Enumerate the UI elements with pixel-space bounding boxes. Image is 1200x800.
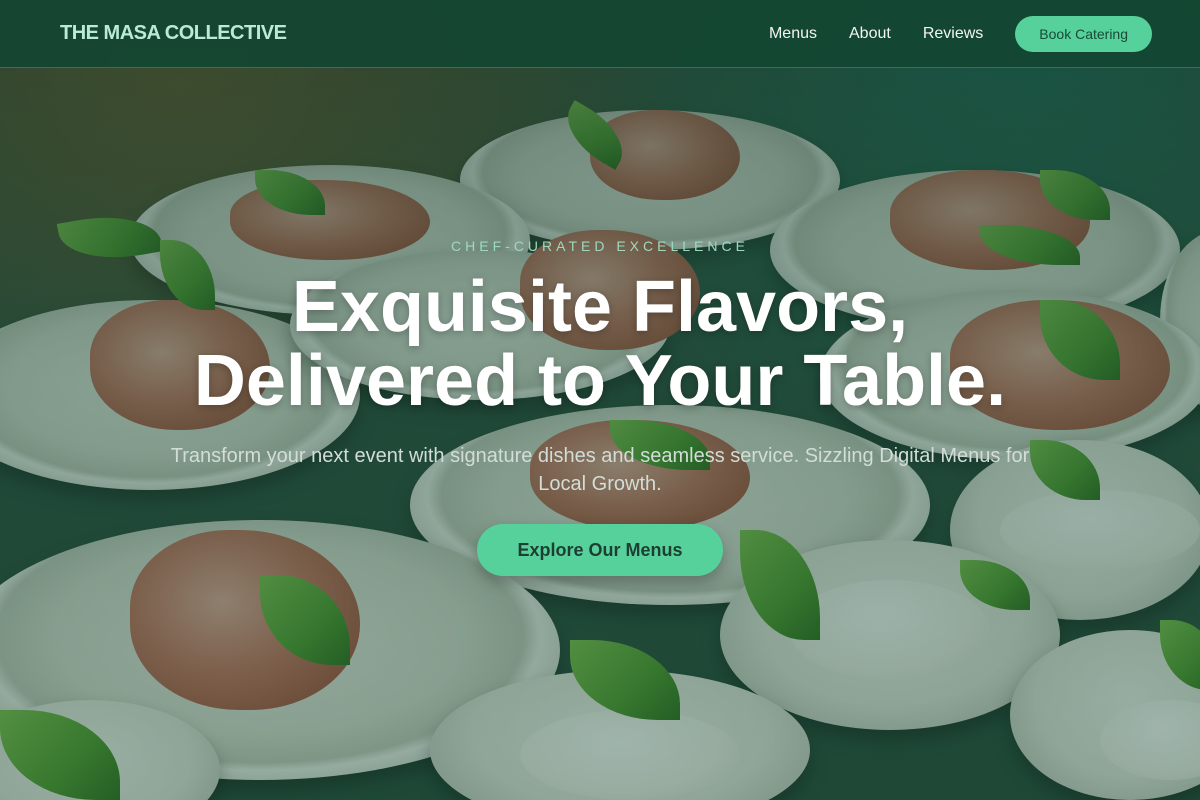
hero-subtitle: Transform your next event with signature… bbox=[170, 445, 1030, 495]
nav-link-reviews[interactable]: Reviews bbox=[923, 25, 983, 43]
hero-headline: Exquisite Flavors, Delivered to Your Tab… bbox=[100, 270, 1100, 418]
hero-headline-line-1: Exquisite Flavors, bbox=[291, 267, 909, 347]
explore-menus-button[interactable]: Explore Our Menus bbox=[477, 524, 723, 576]
nav-link-menus[interactable]: Menus bbox=[769, 25, 817, 43]
book-catering-button[interactable]: Book Catering bbox=[1015, 16, 1152, 52]
hero-headline-line-2: Delivered to Your Table. bbox=[193, 341, 1007, 421]
top-navbar: THE MASA COLLECTIVE Menus About Reviews … bbox=[0, 0, 1200, 68]
brand-logo[interactable]: THE MASA COLLECTIVE bbox=[60, 22, 287, 45]
page: THE MASA COLLECTIVE Menus About Reviews … bbox=[0, 0, 1200, 800]
nav-links: Menus About Reviews Book Catering bbox=[769, 16, 1152, 52]
hero-section: CHEF-CURATED EXCELLENCE Exquisite Flavor… bbox=[0, 0, 1200, 800]
nav-link-about[interactable]: About bbox=[849, 25, 891, 43]
hero-eyebrow: CHEF-CURATED EXCELLENCE bbox=[451, 238, 749, 254]
